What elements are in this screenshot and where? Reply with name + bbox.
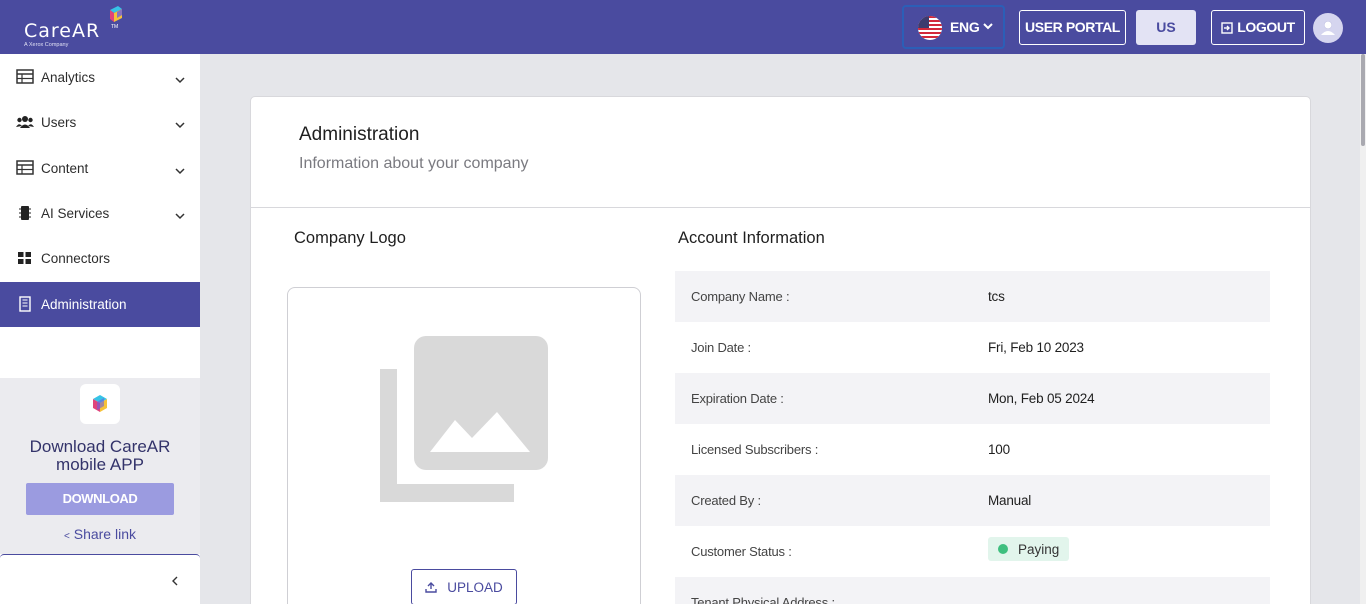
user-portal-button[interactable]: USER PORTAL (1019, 10, 1126, 45)
status-dot-icon (998, 544, 1008, 554)
info-value: Fri, Feb 10 2023 (988, 340, 1084, 355)
chevron-down-icon (983, 23, 993, 30)
top-bar: CareAR TM A Xerox Company ENG USER PORTA… (0, 0, 1366, 54)
grid-icon (18, 252, 31, 264)
account-info-title: Account Information (678, 229, 825, 247)
table-icon (16, 69, 34, 84)
info-row-company-name: Company Name : tcs (675, 271, 1270, 322)
info-label: Created By : (691, 493, 761, 508)
carear-logo[interactable]: CareAR TM A Xerox Company (22, 6, 132, 50)
administration-card: Administration Information about your co… (250, 96, 1311, 604)
sidebar-item-label: AI Services (41, 206, 110, 221)
logo-subtitle: A Xerox Company (24, 42, 69, 48)
logo-trademark: TM (111, 24, 119, 30)
upload-icon (425, 582, 437, 593)
info-row-tenant-address: Tenant Physical Address : (675, 577, 1270, 604)
status-badge-label: Paying (1018, 541, 1060, 557)
building-icon (19, 296, 31, 312)
info-value: tcs (988, 289, 1005, 304)
image-placeholder-icon (380, 336, 548, 502)
sidebar-item-ai-services[interactable]: AI Services (0, 191, 200, 236)
info-label: Tenant Physical Address : (691, 595, 835, 604)
chevron-down-icon (175, 168, 185, 175)
logout-label: LOGOUT (1237, 19, 1295, 35)
logo-cube-icon (110, 6, 122, 22)
info-label: Customer Status : (691, 544, 792, 559)
sidebar-item-label: Administration (41, 297, 127, 312)
chevron-down-icon (175, 213, 185, 220)
users-icon (16, 116, 34, 128)
us-flag-icon (918, 16, 942, 40)
app-cube-icon (93, 395, 107, 412)
account-info-table: Company Name : tcs Join Date : Fri, Feb … (675, 271, 1270, 604)
chevron-down-icon (175, 77, 185, 84)
logout-icon (1221, 21, 1233, 34)
chevron-down-icon (175, 122, 185, 129)
sidebar-collapse-bar[interactable] (0, 554, 200, 604)
sidebar-item-label: Users (41, 115, 77, 130)
sidebar-item-label: Content (41, 161, 89, 176)
scrollbar-thumb[interactable] (1361, 54, 1365, 146)
info-label: Company Name : (691, 289, 790, 304)
card-divider (251, 207, 1310, 208)
info-row-join-date: Join Date : Fri, Feb 10 2023 (675, 322, 1270, 373)
chevron-left-icon[interactable] (170, 575, 180, 587)
promo-title-line1: Download CareAR (29, 437, 171, 456)
table-icon (16, 160, 34, 175)
info-row-expiration-date: Expiration Date : Mon, Feb 05 2024 (675, 373, 1270, 424)
upload-label: UPLOAD (447, 579, 503, 595)
sidebar-item-content[interactable]: Content (0, 146, 200, 191)
info-row-customer-status: Customer Status : Paying (675, 526, 1270, 577)
region-button[interactable]: US (1136, 10, 1196, 45)
info-row-created-by: Created By : Manual (675, 475, 1270, 526)
page-scrollbar[interactable] (1360, 54, 1366, 604)
info-label: Join Date : (691, 340, 751, 355)
info-value: Manual (988, 493, 1032, 508)
download-button[interactable]: DOWNLOAD (26, 483, 174, 515)
sidebar-item-users[interactable]: Users (0, 100, 200, 145)
sidebar-item-connectors[interactable]: Connectors (0, 236, 200, 281)
carear-app-icon (80, 384, 120, 424)
info-label: Licensed Subscribers : (691, 442, 819, 457)
info-value: Mon, Feb 05 2024 (988, 391, 1095, 406)
share-icon: < (64, 531, 70, 542)
company-logo-box: UPLOAD (287, 287, 641, 604)
sidebar-item-label: Connectors (41, 251, 111, 266)
upload-button[interactable]: UPLOAD (411, 569, 517, 604)
promo-title-line2: mobile APP (56, 455, 144, 474)
sidebar: Analytics Users Content AI Services Conn… (0, 54, 200, 604)
language-label: ENG (950, 19, 980, 35)
sidebar-item-analytics[interactable]: Analytics (0, 55, 200, 100)
download-app-promo: Download CareAR mobile APP DOWNLOAD < Sh… (0, 378, 200, 554)
info-label: Expiration Date : (691, 391, 784, 406)
logout-button[interactable]: LOGOUT (1211, 10, 1305, 45)
page-title: Administration (299, 124, 420, 145)
info-value: 100 (988, 442, 1010, 457)
status-badge: Paying (988, 537, 1070, 561)
user-icon (1321, 21, 1335, 35)
share-link[interactable]: < Share link (0, 526, 200, 542)
logo-text: CareAR (24, 20, 101, 42)
sidebar-item-label: Analytics (41, 70, 96, 85)
language-selector[interactable]: ENG (902, 5, 1005, 49)
company-logo-title: Company Logo (294, 229, 406, 247)
chip-icon (19, 206, 31, 220)
share-link-label: Share link (73, 526, 136, 542)
user-avatar[interactable] (1313, 13, 1343, 43)
info-row-licensed-subscribers: Licensed Subscribers : 100 (675, 424, 1270, 475)
page-subtitle: Information about your company (299, 155, 529, 172)
promo-title: Download CareAR mobile APP (0, 438, 200, 474)
sidebar-item-administration[interactable]: Administration (0, 282, 200, 327)
